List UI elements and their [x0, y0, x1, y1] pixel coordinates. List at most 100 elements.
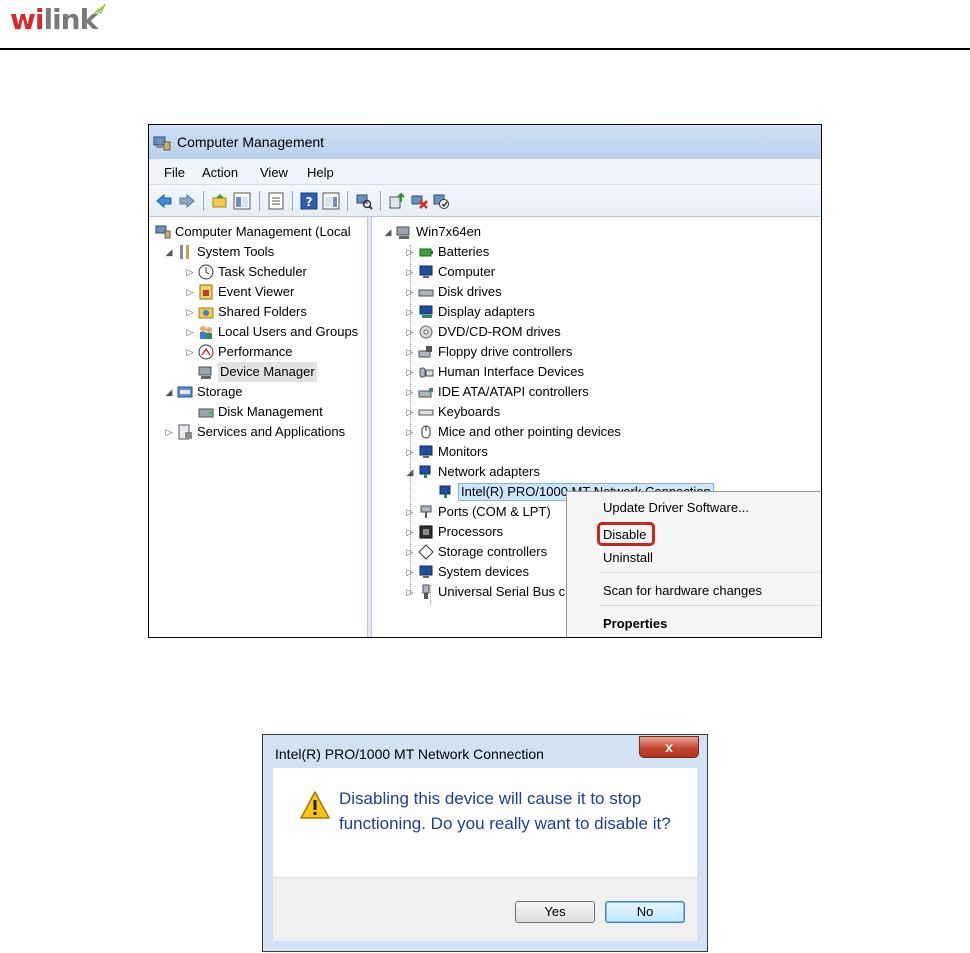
disable-device-icon[interactable]: [432, 192, 450, 210]
forward-arrow-icon[interactable]: [178, 192, 196, 210]
no-button[interactable]: No: [605, 901, 685, 923]
menu-item-disable[interactable]: Disable: [603, 527, 646, 542]
collapsed-arrow-icon[interactable]: ▷: [404, 582, 416, 602]
toolbar: ?: [149, 185, 821, 217]
computer-management-window: Computer Management File Action View Hel…: [148, 124, 822, 638]
collapsed-arrow-icon[interactable]: ▷: [404, 422, 416, 442]
collapsed-arrow-icon[interactable]: ▷: [184, 262, 196, 282]
collapsed-arrow-icon[interactable]: ▷: [404, 362, 416, 382]
wilink-logo: wilink: [10, 3, 98, 36]
device-category-display-adapters[interactable]: ▷ Display adapters: [404, 302, 535, 322]
expanded-arrow-icon[interactable]: ◢: [404, 462, 416, 482]
tree-item-local-users-groups[interactable]: ▷ Local Users and Groups: [184, 322, 358, 342]
tree-label: Services and Applications: [197, 424, 346, 439]
tree-label: Disk drives: [438, 284, 502, 299]
collapsed-arrow-icon[interactable]: ▷: [404, 382, 416, 402]
device-category-hid[interactable]: ▷ Human Interface Devices: [404, 362, 584, 382]
collapsed-arrow-icon[interactable]: ▷: [404, 282, 416, 302]
uninstall-device-icon[interactable]: [410, 192, 428, 210]
properties-sheet-icon[interactable]: [267, 192, 285, 210]
tree-item-disk-management[interactable]: Disk Management: [198, 402, 323, 422]
device-category-dvd-drives[interactable]: ▷ DVD/CD-ROM drives: [404, 322, 561, 342]
menu-item-update-driver[interactable]: Update Driver Software...: [603, 500, 749, 515]
device-category-monitors[interactable]: ▷ Monitors: [404, 442, 488, 462]
scan-hardware-icon[interactable]: [355, 192, 373, 210]
menu-item-properties[interactable]: Properties: [603, 616, 667, 631]
collapsed-arrow-icon[interactable]: ▷: [404, 522, 416, 542]
tree-label: Event Viewer: [218, 284, 295, 299]
device-category-network-adapters[interactable]: ◢ Network adapters: [404, 462, 540, 482]
device-category-ide-controllers[interactable]: ▷ IDE ATA/ATAPI controllers: [404, 382, 589, 402]
back-arrow-icon[interactable]: [155, 192, 173, 210]
collapsed-arrow-icon[interactable]: ▷: [184, 302, 196, 322]
expanded-arrow-icon[interactable]: ◢: [163, 382, 175, 402]
collapsed-arrow-icon[interactable]: ▷: [404, 542, 416, 562]
device-category-batteries[interactable]: ▷ Batteries: [404, 242, 490, 262]
close-icon: x: [665, 739, 673, 755]
menu-separator: [599, 605, 819, 606]
device-category-processors[interactable]: ▷ Processors: [404, 522, 504, 542]
device-category-usb-controllers[interactable]: ▷ Universal Serial Bus c: [404, 582, 565, 602]
collapsed-arrow-icon[interactable]: ▷: [184, 282, 196, 302]
expanded-arrow-icon[interactable]: ◢: [382, 222, 394, 242]
expanded-arrow-icon[interactable]: ◢: [163, 242, 175, 262]
tree-item-storage[interactable]: ◢ Storage: [163, 382, 243, 402]
tree-item-event-viewer[interactable]: ▷ Event Viewer: [184, 282, 294, 302]
device-category-computer[interactable]: ▷ Computer: [404, 262, 496, 282]
tree-item-services-applications[interactable]: ▷ Services and Applications: [163, 422, 345, 442]
device-category-keyboards[interactable]: ▷ Keyboards: [404, 402, 501, 422]
tree-label: Keyboards: [438, 404, 501, 419]
collapsed-arrow-icon[interactable]: ▷: [404, 342, 416, 362]
device-category-system-devices[interactable]: ▷ System devices: [404, 562, 530, 582]
device-category-storage-controllers[interactable]: ▷ Storage controllers: [404, 542, 547, 562]
tree-label: System Tools: [197, 244, 275, 259]
dialog-title: Intel(R) PRO/1000 MT Network Connection: [275, 746, 544, 762]
collapsed-arrow-icon[interactable]: ▷: [404, 302, 416, 322]
tree-item-computer-management[interactable]: Computer Management (Local: [155, 222, 351, 242]
menu-item-uninstall[interactable]: Uninstall: [603, 550, 653, 565]
tree-label: Network adapters: [438, 464, 540, 479]
menu-action[interactable]: Action: [202, 165, 238, 180]
show-action-pane-icon[interactable]: [322, 192, 340, 210]
window-titlebar[interactable]: Computer Management: [149, 125, 821, 159]
device-category-ports[interactable]: ▷ Ports (COM & LPT): [404, 502, 551, 522]
collapsed-arrow-icon[interactable]: ▷: [184, 342, 196, 362]
network-adapter-icon: [419, 465, 431, 478]
collapsed-arrow-icon[interactable]: ▷: [404, 502, 416, 522]
toolbar-separator: [259, 191, 260, 211]
dialog-close-button[interactable]: x: [639, 736, 699, 758]
collapsed-arrow-icon[interactable]: ▷: [404, 562, 416, 582]
menu-help[interactable]: Help: [307, 165, 334, 180]
collapsed-arrow-icon[interactable]: ▷: [404, 262, 416, 282]
logo-text-wi: wi: [10, 3, 44, 36]
menu-view[interactable]: View: [260, 165, 288, 180]
device-category-floppy-controllers[interactable]: ▷ Floppy drive controllers: [404, 342, 573, 362]
keyboard-icon: [418, 409, 434, 416]
tree-item-performance[interactable]: ▷ Performance: [184, 342, 292, 362]
tree-item-task-scheduler[interactable]: ▷ Task Scheduler: [184, 262, 307, 282]
tree-label: Storage controllers: [438, 544, 548, 559]
collapsed-arrow-icon[interactable]: ▷: [404, 322, 416, 342]
tools-icon: [180, 245, 189, 259]
tree-item-device-manager[interactable]: Device Manager: [198, 362, 317, 382]
tree-item-shared-folders[interactable]: ▷ Shared Folders: [184, 302, 307, 322]
collapsed-arrow-icon[interactable]: ▷: [404, 402, 416, 422]
update-driver-icon[interactable]: [388, 192, 406, 210]
collapsed-arrow-icon[interactable]: ▷: [184, 322, 196, 342]
svg-text:?: ?: [306, 195, 313, 209]
up-folder-icon[interactable]: [211, 192, 229, 210]
device-category-mice[interactable]: ▷ Mice and other pointing devices: [404, 422, 621, 442]
show-hide-tree-icon[interactable]: [233, 192, 251, 210]
help-icon[interactable]: ?: [300, 192, 318, 210]
menu-file[interactable]: File: [164, 165, 185, 180]
menu-item-scan-hardware[interactable]: Scan for hardware changes: [603, 583, 762, 598]
device-category-disk-drives[interactable]: ▷ Disk drives: [404, 282, 502, 302]
tree-label: IDE ATA/ATAPI controllers: [438, 384, 589, 399]
tree-item-win7x64en[interactable]: ◢ Win7x64en: [382, 222, 481, 242]
yes-button[interactable]: Yes: [515, 901, 595, 923]
collapsed-arrow-icon[interactable]: ▷: [163, 422, 175, 442]
collapsed-arrow-icon[interactable]: ▷: [404, 242, 416, 262]
collapsed-arrow-icon[interactable]: ▷: [404, 442, 416, 462]
system-device-icon: [419, 565, 433, 578]
tree-item-system-tools[interactable]: ◢ System Tools: [163, 242, 274, 262]
